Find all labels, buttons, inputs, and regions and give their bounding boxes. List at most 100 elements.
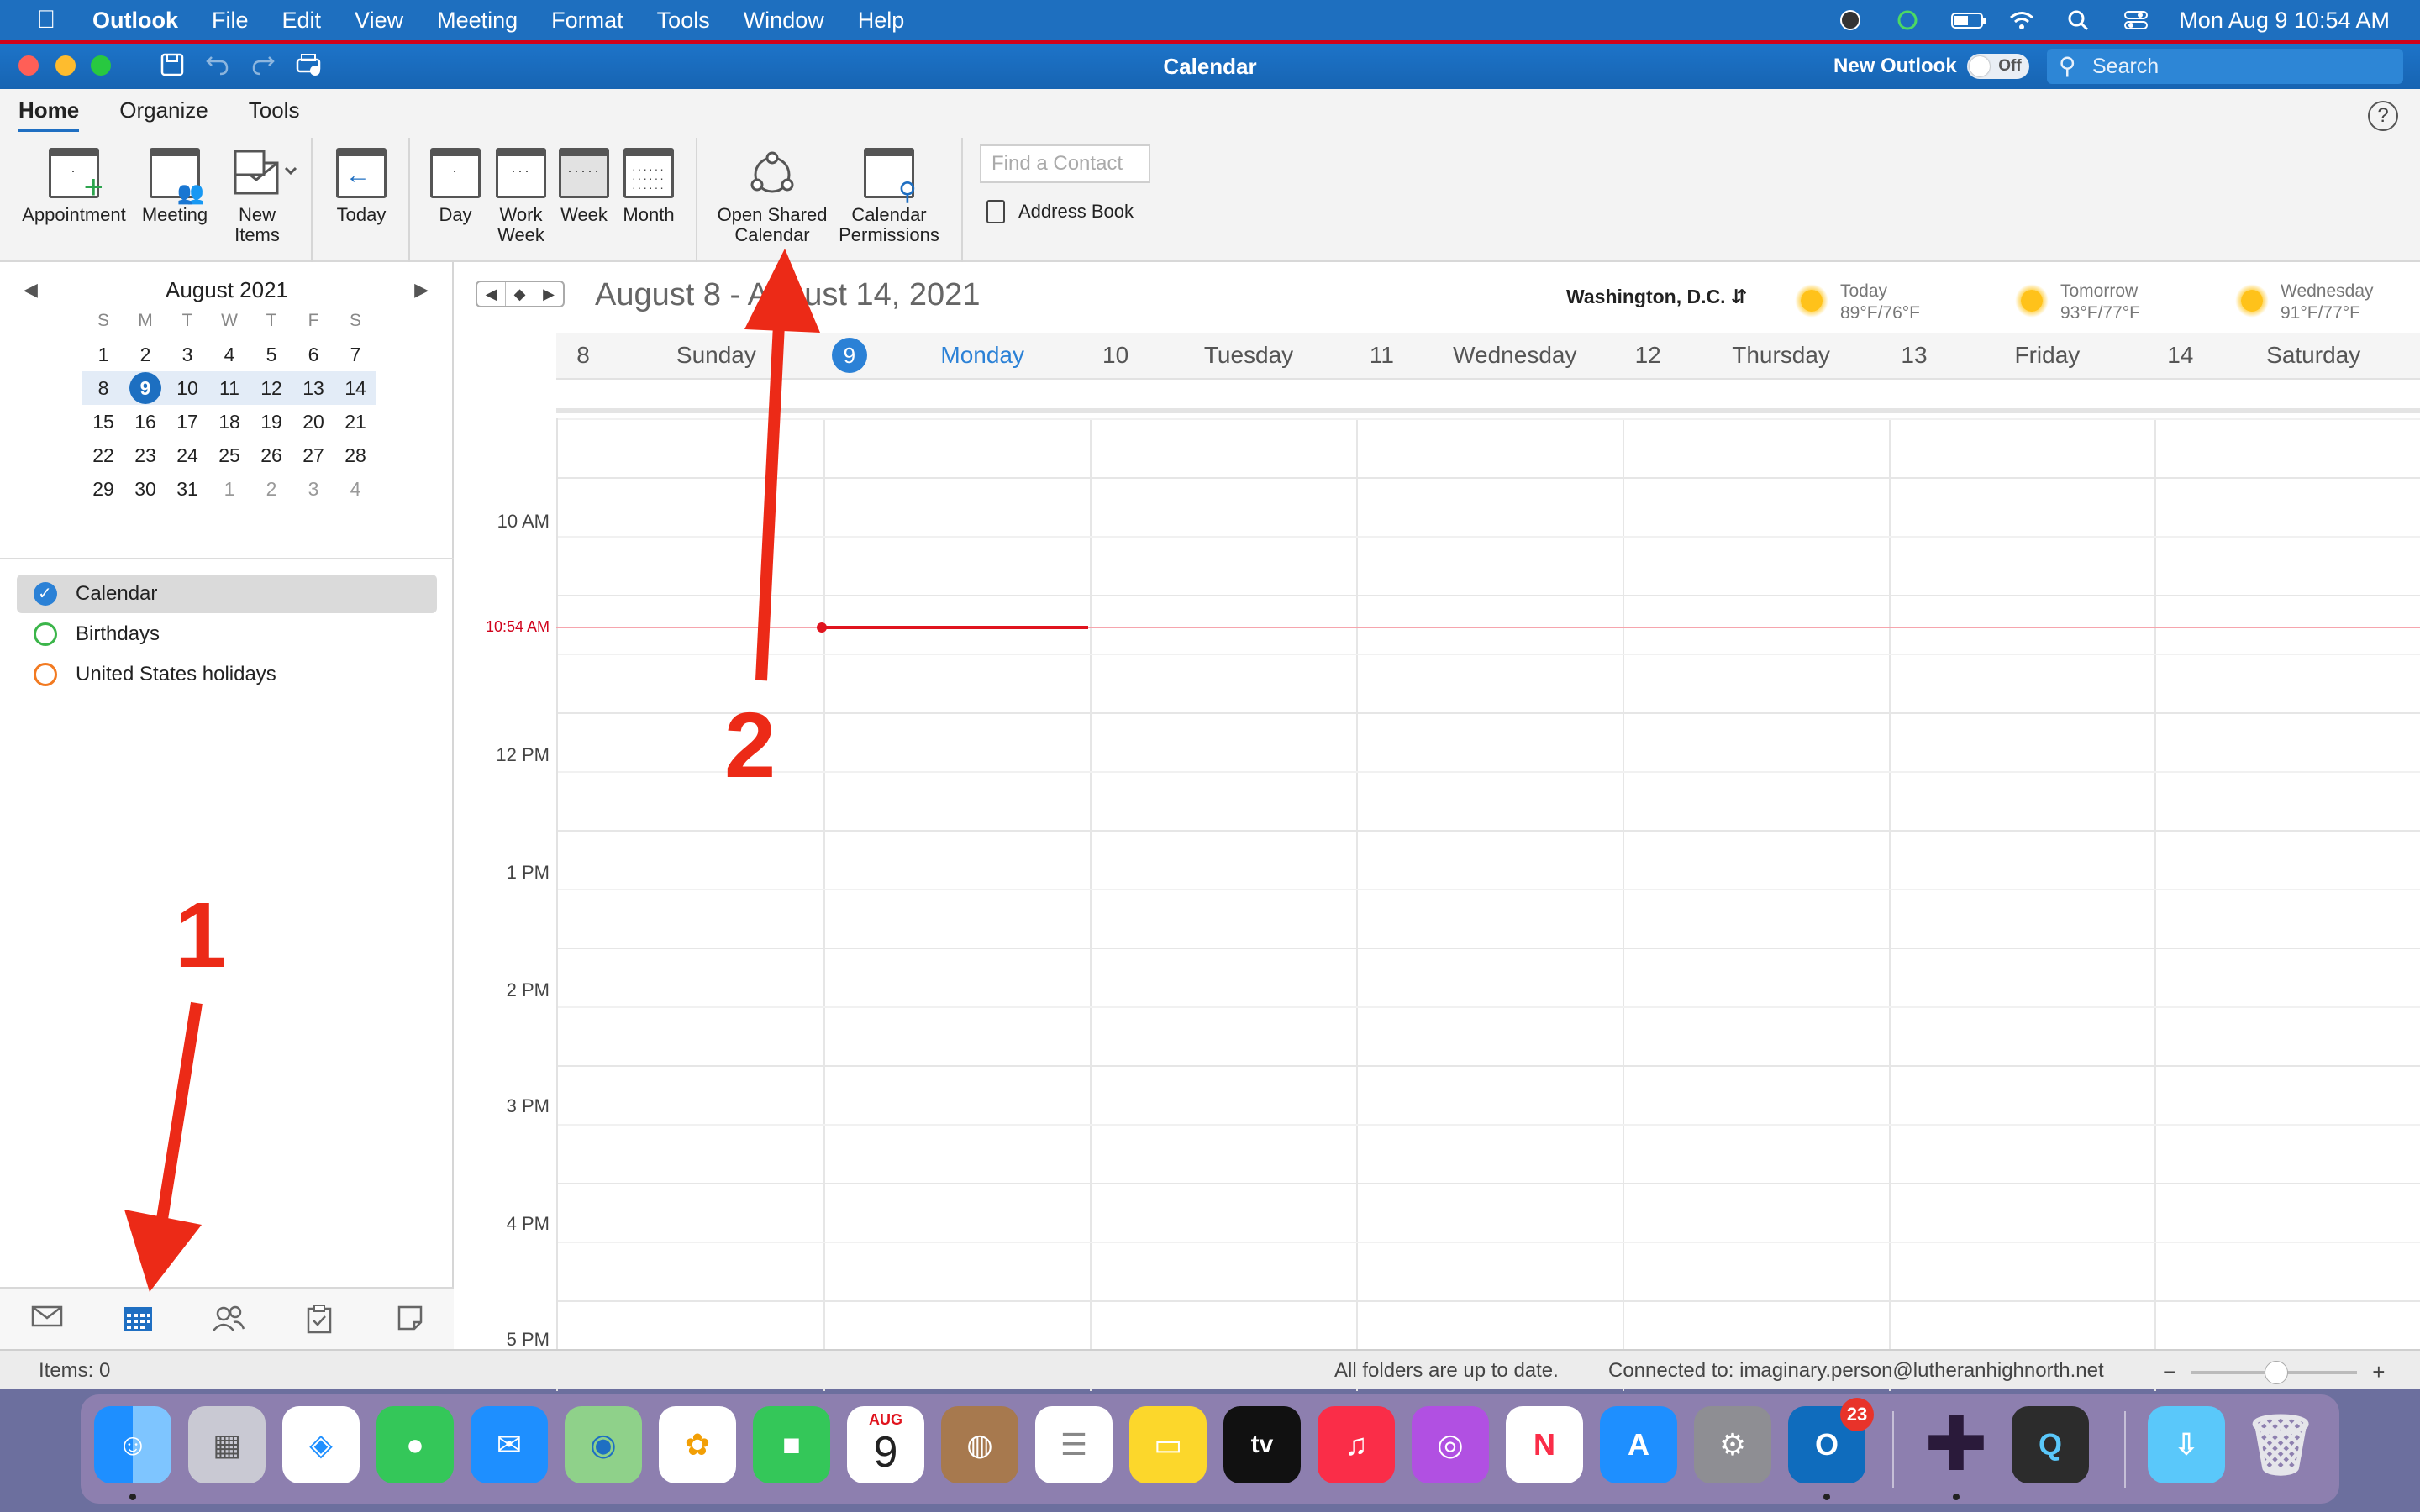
next-week-icon[interactable]: ▶ xyxy=(534,282,563,306)
mini-calendar-day[interactable]: 3 xyxy=(166,338,208,371)
sync-status-icon[interactable] xyxy=(1893,8,1922,32)
battery-icon[interactable] xyxy=(1950,8,1986,32)
photos-icon[interactable]: ✿ xyxy=(659,1406,736,1483)
people-icon[interactable] xyxy=(212,1304,245,1334)
mini-calendar-day[interactable]: 8 xyxy=(82,371,124,405)
mini-calendar-day[interactable]: 2 xyxy=(124,338,166,371)
mini-calendar-day[interactable]: 4 xyxy=(334,472,376,506)
tab-organize[interactable]: Organize xyxy=(119,97,208,132)
day-header-friday[interactable]: 13 Friday xyxy=(1887,333,2154,378)
work-week-view-button[interactable]: ··· Work Week xyxy=(487,148,555,245)
mini-calendar-day[interactable]: 1 xyxy=(82,338,124,371)
mini-calendar-day[interactable]: 18 xyxy=(208,405,250,438)
mini-calendar-day[interactable]: 11 xyxy=(208,371,250,405)
mini-calendar-day[interactable]: 22 xyxy=(82,438,124,472)
menu-tools[interactable]: Tools xyxy=(657,8,710,34)
mini-calendar-day[interactable]: 16 xyxy=(124,405,166,438)
prev-week-icon[interactable]: ◀ xyxy=(477,282,506,306)
spotlight-search-icon[interactable] xyxy=(2065,8,2093,32)
month-view-button[interactable]: ······ ······ ······ Month xyxy=(615,148,682,225)
zoom-in-button[interactable]: + xyxy=(2372,1359,2385,1385)
mini-calendar-day[interactable]: 7 xyxy=(334,338,376,371)
calendar-icon[interactable] xyxy=(121,1304,155,1334)
menu-window[interactable]: Window xyxy=(744,8,824,34)
mini-calendar-day[interactable]: 17 xyxy=(166,405,208,438)
time-grid[interactable] xyxy=(556,418,2420,1391)
news-icon[interactable]: N xyxy=(1506,1406,1583,1483)
open-shared-calendar-button[interactable]: Open Shared Calendar xyxy=(711,148,834,245)
meeting-button[interactable]: 👥 Meeting xyxy=(134,148,215,225)
mail-icon[interactable] xyxy=(30,1304,64,1334)
search-input[interactable]: ⚲ Search xyxy=(2047,49,2403,84)
unchecked-circle-icon[interactable] xyxy=(34,663,57,686)
outlook-app-icon[interactable]: O 23 xyxy=(1788,1398,1874,1483)
all-day-row[interactable] xyxy=(556,380,2420,413)
today-diamond-icon[interactable]: ◆ xyxy=(506,282,534,306)
mini-calendar-day[interactable]: 14 xyxy=(334,371,376,405)
find-contact-input[interactable]: Find a Contact xyxy=(980,144,1150,183)
calendar-permissions-button[interactable]: ⚲ Calendar Permissions xyxy=(834,148,944,245)
mini-calendar-day[interactable]: 20 xyxy=(292,405,334,438)
calendar-app-icon[interactable]: AUG 9 xyxy=(847,1406,924,1483)
music-icon[interactable]: ♫ xyxy=(1318,1406,1395,1483)
facetime-icon[interactable]: ■ xyxy=(753,1406,830,1483)
mini-calendar-day[interactable]: 26 xyxy=(250,438,292,472)
calendar-list-item-us-holidays[interactable]: United States holidays xyxy=(17,655,437,694)
mini-calendar-day[interactable]: 15 xyxy=(82,405,124,438)
appointment-button[interactable]: · + Appointment xyxy=(18,148,129,225)
calendar-list-item-birthdays[interactable]: Birthdays xyxy=(17,615,437,654)
today-button[interactable]: ← Today xyxy=(328,148,395,225)
mini-calendar-day[interactable]: 4 xyxy=(208,338,250,371)
mini-calendar-day[interactable]: 30 xyxy=(124,472,166,506)
control-center-icon[interactable] xyxy=(2122,8,2150,32)
app-store-icon[interactable]: A xyxy=(1600,1406,1677,1483)
menu-format[interactable]: Format xyxy=(551,8,623,34)
notes-icon[interactable] xyxy=(393,1304,427,1334)
tab-tools[interactable]: Tools xyxy=(249,97,300,132)
day-header-thursday[interactable]: 12 Thursday xyxy=(1621,333,1887,378)
mini-calendar-day[interactable]: 6 xyxy=(292,338,334,371)
day-header-saturday[interactable]: 14 Saturday xyxy=(2154,333,2420,378)
notes-app-icon[interactable]: ▭ xyxy=(1129,1406,1207,1483)
day-view-button[interactable]: · Day xyxy=(424,148,487,225)
new-outlook-toggle[interactable]: Off xyxy=(1966,54,2029,79)
maps-icon[interactable]: ◉ xyxy=(565,1406,642,1483)
mini-calendar-day[interactable]: 31 xyxy=(166,472,208,506)
mini-calendar-day[interactable]: 29 xyxy=(82,472,124,506)
safari-icon[interactable]: ◈ xyxy=(282,1406,360,1483)
day-header-wednesday[interactable]: 11 Wednesday xyxy=(1355,333,1621,378)
unchecked-circle-icon[interactable] xyxy=(34,622,57,646)
tasks-icon[interactable] xyxy=(302,1304,336,1334)
wifi-icon[interactable] xyxy=(2007,8,2036,32)
mini-calendar-day[interactable]: 21 xyxy=(334,405,376,438)
mini-calendar-day[interactable]: 10 xyxy=(166,371,208,405)
mini-calendar-day[interactable]: 28 xyxy=(334,438,376,472)
new-items-button[interactable]: New Items xyxy=(218,148,297,245)
week-view-button[interactable]: ····· Week xyxy=(553,148,615,225)
menu-edit[interactable]: Edit xyxy=(282,8,322,34)
contacts-icon[interactable]: ◍ xyxy=(941,1406,1018,1483)
zoom-slider[interactable] xyxy=(2191,1360,2358,1384)
status-app-icon[interactable] xyxy=(1836,8,1865,32)
zoom-slider-knob[interactable] xyxy=(2265,1360,2289,1384)
menu-help[interactable]: Help xyxy=(858,8,905,34)
mini-calendar-today[interactable]: 9 xyxy=(124,371,166,405)
menu-file[interactable]: File xyxy=(212,8,249,34)
apple-tv-icon[interactable]: tv xyxy=(1223,1406,1301,1483)
menubar-clock[interactable]: Mon Aug 9 10:54 AM xyxy=(2179,8,2390,34)
menu-app-outlook[interactable]: Outlook xyxy=(92,8,178,34)
mini-calendar-day[interactable]: 24 xyxy=(166,438,208,472)
mini-calendar-day[interactable]: 12 xyxy=(250,371,292,405)
day-header-monday[interactable]: 9 Monday xyxy=(823,333,1089,378)
mini-calendar-day[interactable]: 3 xyxy=(292,472,334,506)
menu-meeting[interactable]: Meeting xyxy=(437,8,518,34)
system-preferences-icon[interactable]: ⚙ xyxy=(1694,1406,1771,1483)
mini-calendar-day[interactable]: 2 xyxy=(250,472,292,506)
mini-calendar-day[interactable]: 13 xyxy=(292,371,334,405)
trash-icon[interactable]: 🗑 xyxy=(2242,1406,2319,1483)
mini-calendar-day[interactable]: 5 xyxy=(250,338,292,371)
reminders-icon[interactable]: ☰ xyxy=(1035,1406,1113,1483)
mini-calendar-day[interactable]: 19 xyxy=(250,405,292,438)
day-header-tuesday[interactable]: 10 Tuesday xyxy=(1089,333,1355,378)
quicktime-icon[interactable]: Q xyxy=(2012,1406,2089,1483)
